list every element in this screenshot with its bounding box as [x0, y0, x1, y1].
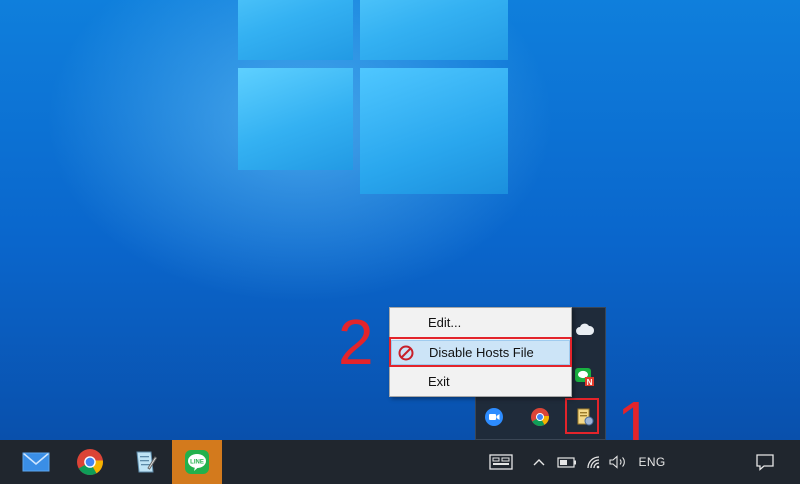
touch-keyboard-icon[interactable] [487, 440, 515, 484]
logo-pane [238, 68, 353, 170]
wifi-icon[interactable] [585, 440, 605, 484]
svg-text:N: N [587, 378, 593, 387]
chrome-icon[interactable] [529, 406, 551, 428]
battery-icon[interactable] [556, 440, 578, 484]
taskbar: LINE ENG [0, 440, 800, 484]
onedrive-icon[interactable] [574, 318, 596, 340]
menu-item-label: Exit [428, 374, 450, 389]
notepad-icon[interactable] [120, 440, 168, 484]
svg-text:LINE: LINE [190, 460, 204, 466]
line-notify-icon[interactable]: N [574, 366, 596, 388]
chrome-icon[interactable] [66, 440, 114, 484]
volume-icon[interactable] [608, 440, 630, 484]
logo-pane [360, 0, 508, 60]
highlight-box-menu-item [389, 337, 572, 367]
menu-item-edit[interactable]: Edit... [391, 310, 570, 335]
chevron-up-icon[interactable] [530, 440, 548, 484]
menu-item-label: Edit... [428, 315, 462, 330]
line-icon[interactable]: LINE [172, 440, 222, 484]
mail-icon[interactable] [12, 440, 60, 484]
zoom-icon[interactable] [483, 406, 505, 428]
logo-pane [360, 68, 508, 194]
menu-item-exit[interactable]: Exit [391, 369, 570, 394]
action-center-icon[interactable] [752, 440, 778, 484]
highlight-box-tray-icon [565, 398, 599, 434]
step-number-2: 2 [338, 306, 374, 378]
logo-pane [238, 0, 353, 60]
language-indicator[interactable]: ENG [636, 440, 668, 484]
